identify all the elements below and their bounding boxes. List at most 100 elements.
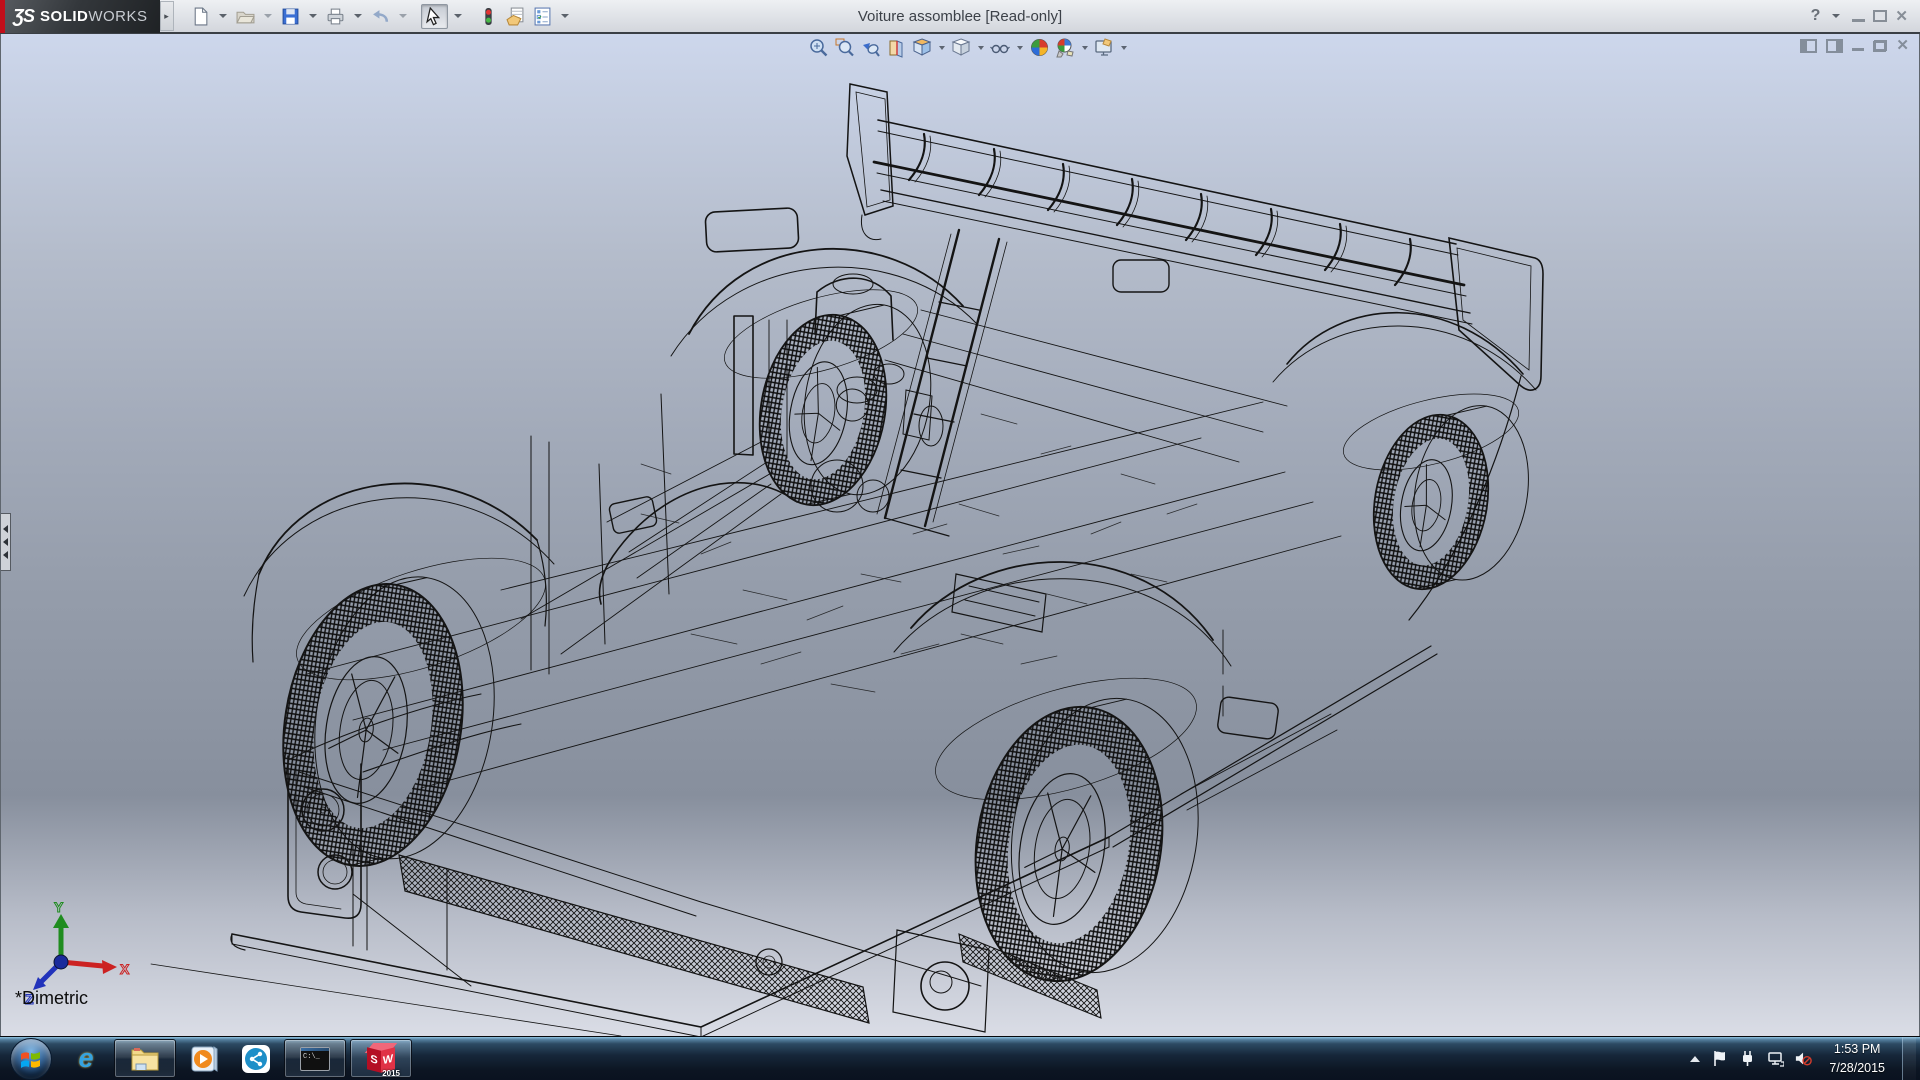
show-hidden-icons-button[interactable] [1690,1056,1700,1062]
action-center-flag-icon[interactable] [1711,1050,1728,1067]
command-prompt-icon: C:\_ [300,1047,330,1071]
undo-icon [371,7,390,26]
view-orientation-label: *Dimetric [15,988,88,1009]
power-plug-icon[interactable] [1739,1050,1756,1067]
graphics-viewport[interactable]: ✕ Y X Z *Dimetric [0,34,1920,1036]
view-orientation-dropdown-icon[interactable] [939,46,945,50]
rear-left-fender[interactable] [894,562,1279,824]
doc-restore-button[interactable] [1873,40,1887,52]
view-settings-icon [1094,37,1115,58]
triad-y-label: Y [54,899,64,915]
previous-view-button[interactable] [859,36,882,59]
hide-show-dropdown-icon[interactable] [1017,46,1023,50]
print-icon [326,7,345,26]
open-dropdown-icon[interactable] [264,14,272,18]
open-button[interactable] [233,5,258,28]
solidworks-window: ƷS SOLIDWORKS ▸ [0,0,1920,1080]
edit-appearance-icon [1029,37,1050,58]
apply-scene-button[interactable] [1054,36,1077,59]
options-button[interactable] [530,5,555,28]
rebuild-button[interactable] [476,5,501,28]
taskbar-network-share-app[interactable] [230,1037,282,1080]
show-desktop-button[interactable] [1902,1037,1916,1080]
display-style-icon [951,37,972,58]
collapse-pane-icon[interactable] [1800,39,1817,53]
view-orientation-button[interactable] [911,36,934,59]
open-icon [236,7,255,26]
taskbar-internet-explorer[interactable]: e [60,1037,112,1080]
network-icon[interactable] [1767,1050,1784,1067]
taskbar-solidworks[interactable]: S W 2015 [350,1039,412,1078]
rear-wing[interactable] [847,84,1543,390]
taskbar-media-player[interactable] [178,1037,230,1080]
doc-minimize-button[interactable] [1852,48,1864,51]
feature-manager-collapsed-tab[interactable] [1,513,11,571]
window-controls: ? ✕ [1811,7,1920,25]
close-button[interactable]: ✕ [1895,9,1908,24]
view-settings-dropdown-icon[interactable] [1121,46,1127,50]
wireframe-car-model[interactable] [1,34,1920,1036]
file-properties-button[interactable] [503,5,528,28]
network-share-app-icon [241,1044,271,1074]
select-dropdown-icon[interactable] [454,14,462,18]
headsup-view-toolbar [807,36,1129,59]
folder-icon [130,1046,160,1072]
taskbar-command-prompt[interactable]: C:\_ [284,1039,346,1078]
command-prompt-label: C:\_ [303,1053,320,1061]
previous-view-icon [860,37,881,58]
select-button[interactable] [421,4,448,29]
rebuild-traffic-light-icon [479,7,498,26]
options-icon [533,7,552,26]
section-view-icon [886,37,907,58]
apply-scene-icon [1055,37,1076,58]
windows-taskbar: e [0,1036,1920,1080]
title-bar: ƷS SOLIDWORKS ▸ [0,0,1920,34]
front-left-wheel[interactable] [264,559,514,884]
edit-appearance-button[interactable] [1028,36,1051,59]
print-button[interactable] [323,5,348,28]
zoom-to-area-button[interactable] [833,36,856,59]
start-button[interactable] [10,1038,52,1080]
save-button[interactable] [278,5,303,28]
collapse-arrow-icon [3,525,8,533]
restore-button[interactable] [1873,10,1887,22]
view-settings-button[interactable] [1093,36,1116,59]
volume-muted-icon[interactable] [1795,1050,1812,1067]
options-dropdown-icon[interactable] [561,14,569,18]
main-toolbar [188,4,573,29]
new-document-icon [191,7,210,26]
menu-expand-icon[interactable]: ▸ [160,1,174,31]
apply-scene-dropdown-icon[interactable] [1082,46,1088,50]
help-button[interactable]: ? [1811,7,1821,25]
zoom-to-fit-button[interactable] [807,36,830,59]
display-style-button[interactable] [950,36,973,59]
section-view-button[interactable] [885,36,908,59]
display-style-dropdown-icon[interactable] [978,46,984,50]
help-dropdown-icon[interactable] [1832,14,1840,18]
rear-right-wheel[interactable] [1361,390,1542,605]
taskbar-windows-explorer[interactable] [114,1039,176,1078]
minimize-button[interactable] [1852,19,1865,22]
expand-pane-icon[interactable] [1826,39,1843,53]
save-icon [281,7,300,26]
internet-explorer-icon: e [78,1045,93,1072]
print-dropdown-icon[interactable] [354,14,362,18]
hide-show-items-button[interactable] [989,36,1012,59]
view-orientation-icon [912,37,933,58]
media-player-icon [189,1044,219,1074]
solidworks-logo[interactable]: ƷS SOLIDWORKS [5,0,160,33]
collapse-arrow-icon [3,551,8,559]
save-dropdown-icon[interactable] [309,14,317,18]
doc-close-button[interactable]: ✕ [1896,38,1909,53]
collapse-arrow-icon [3,538,8,546]
new-dropdown-icon[interactable] [219,14,227,18]
clock-time: 1:53 PM [1829,1040,1885,1058]
brand-works: WORKS [88,8,147,25]
brand-name: SOLIDWORKS [40,8,148,25]
undo-button[interactable] [368,5,393,28]
taskbar-clock[interactable]: 1:53 PM 7/28/2015 [1823,1040,1891,1076]
undo-dropdown-icon[interactable] [399,14,407,18]
sw-letter-s: S [367,1047,381,1072]
new-document-button[interactable] [188,5,213,28]
brand-mark: ƷS [13,6,34,27]
